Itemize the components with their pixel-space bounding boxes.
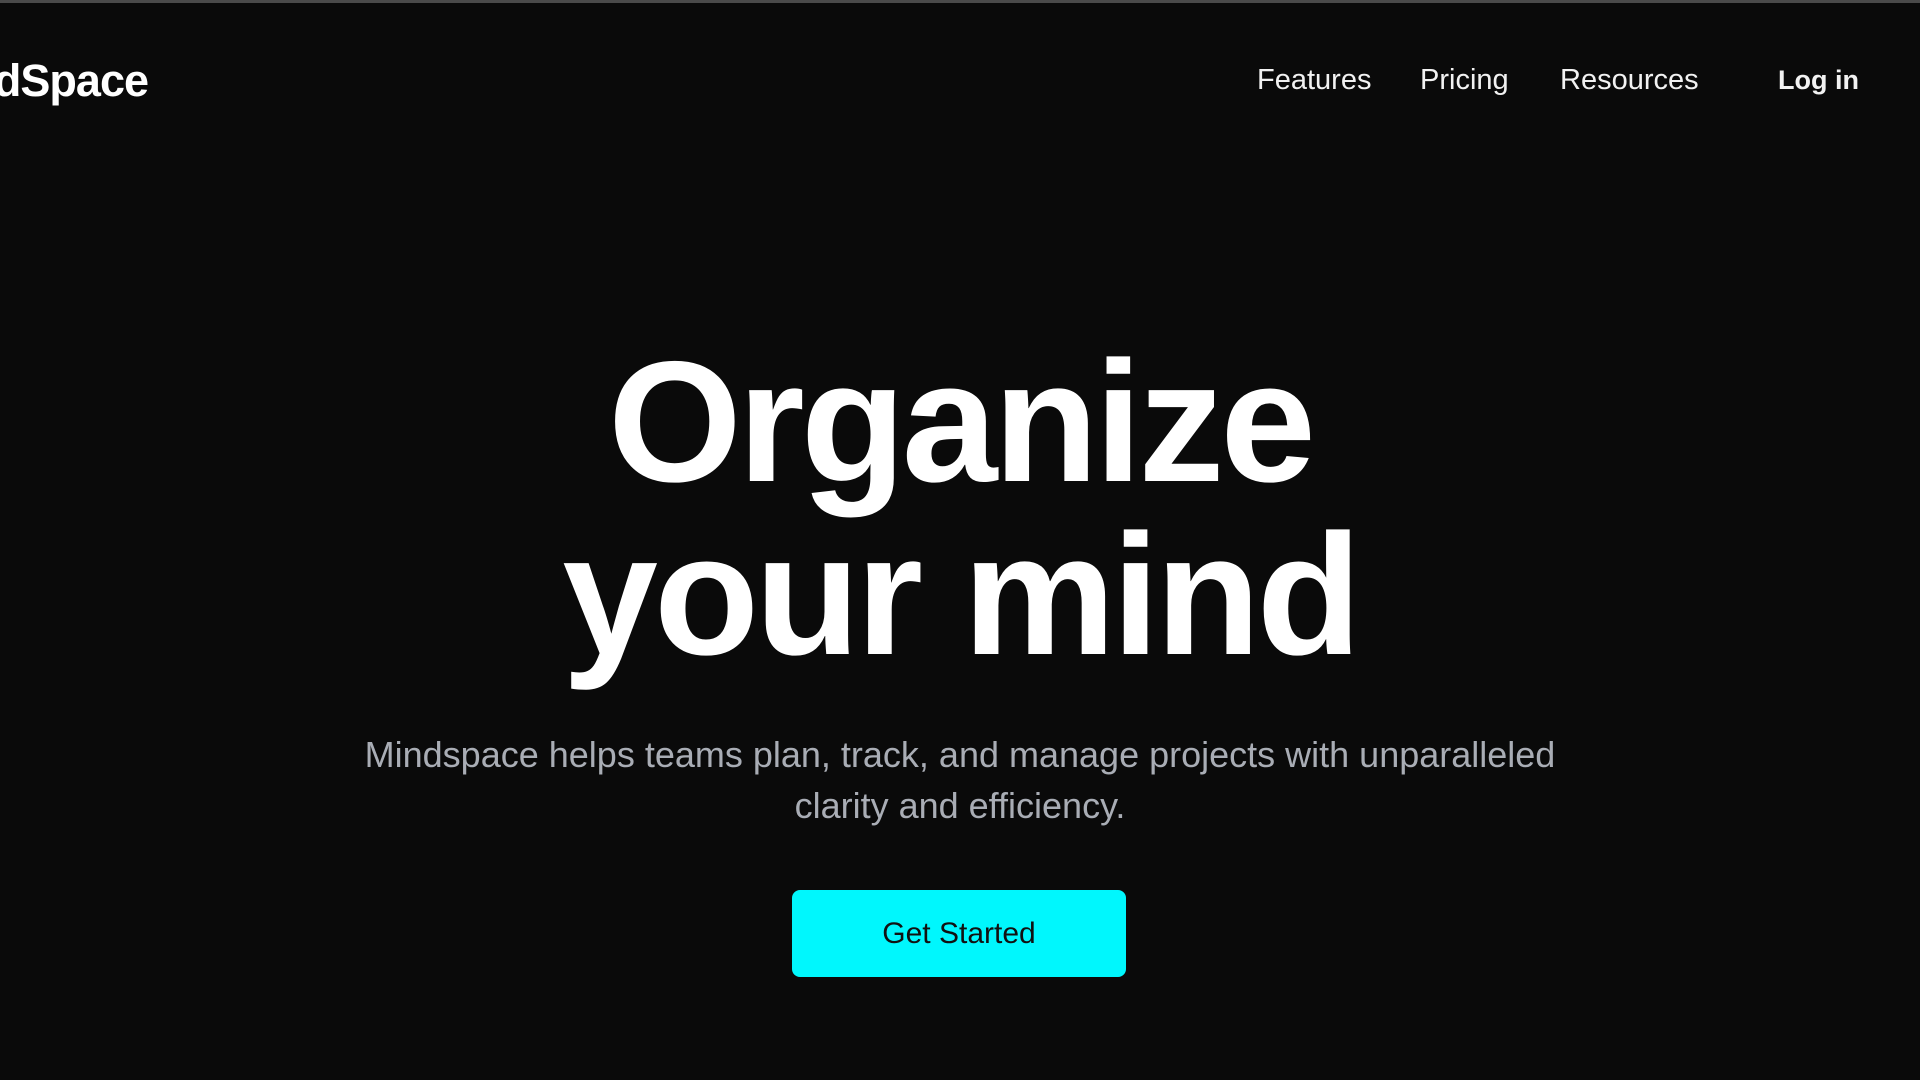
- hero-headline: Organize your mind: [0, 336, 1920, 682]
- get-started-button[interactable]: Get Started: [792, 890, 1126, 977]
- hero-headline-line-2: your mind: [562, 499, 1361, 691]
- login-link[interactable]: Log in: [1778, 58, 1859, 102]
- hero-subtitle: Mindspace helps teams plan, track, and m…: [364, 734, 1556, 826]
- nav-link-features[interactable]: Features: [1257, 58, 1371, 102]
- nav-link-resources[interactable]: Resources: [1560, 58, 1699, 102]
- brand-logo-text: dSpace: [0, 56, 149, 106]
- hero-headline-line-1: Organize: [608, 326, 1316, 518]
- nav-link-pricing[interactable]: Pricing: [1420, 58, 1509, 102]
- top-border: [0, 0, 1920, 3]
- brand-logo[interactable]: dSpace: [0, 56, 170, 106]
